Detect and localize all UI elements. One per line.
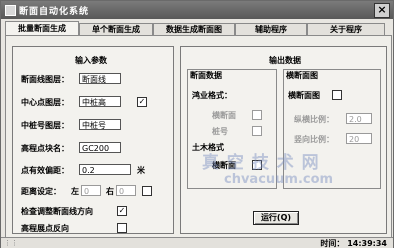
point-tolerance-input[interactable]: 0.2 (79, 164, 131, 175)
opt-horizontal-checkbox[interactable] (252, 110, 262, 120)
distance-left-label: 左 (71, 187, 79, 196)
distance-left-input[interactable]: 0 (81, 185, 101, 196)
title-bar: 断面自动化系统 × (1, 1, 393, 19)
section-data-group: 断面数据 鸿业格式： 横断面 桩号 土木格式 横断面 (187, 69, 277, 189)
section-layer-input[interactable]: 断面线 (79, 73, 121, 84)
distance-setting-checkbox[interactable] (142, 186, 152, 196)
elevation-block-input[interactable]: GC200 (79, 142, 121, 153)
opt-third-label: 土木格式 (192, 143, 224, 152)
output-data-panel: 输出数据 断面数据 鸿业格式： 横断面 桩号 土木格式 横断面 横断面图 横断面… (180, 46, 387, 234)
point-tolerance-label: 点有效偏距： (21, 166, 69, 175)
center-point-checkbox[interactable]: ✓ (137, 97, 147, 107)
close-button[interactable]: × (374, 3, 390, 18)
output-panel-title: 输出数据 (269, 56, 301, 65)
tab-single-section[interactable]: 单个断面生成 (79, 23, 153, 35)
section-chart-checkbox[interactable] (332, 90, 342, 100)
distance-setting-label: 距离设定： (21, 187, 61, 196)
reverse-elevation-label: 高程展点反向 (21, 224, 69, 233)
chainage-layer-label: 中桩号图层： (21, 121, 69, 130)
opt-horizontal-label: 横断面 (212, 111, 236, 120)
app-window: 断面自动化系统 × 批量断面生成 单个断面生成 数据生成断面图 辅助程序 关于程… (0, 0, 394, 248)
h-scale-label: 纵横比例： (294, 115, 334, 124)
input-params-panel: 输入参数 断面线图层： 断面线 中心点图层： 中桩高 ✓ 中桩号图层： 中桩号 … (12, 46, 174, 234)
section-chart-group: 横断面图 横断面图 纵横比例： 2.0 竖向比例： 20 (283, 69, 381, 189)
reverse-elevation-checkbox[interactable] (117, 223, 127, 233)
section-layer-label: 断面线图层： (21, 75, 69, 84)
tab-content: 输入参数 断面线图层： 断面线 中心点图层： 中桩高 ✓ 中桩号图层： 中桩号 … (5, 35, 392, 239)
resize-grip-icon: ⋮⋮ (4, 239, 18, 247)
tab-data-section-chart[interactable]: 数据生成断面图 (153, 23, 235, 35)
h-scale-input[interactable]: 2.0 (346, 113, 372, 124)
opt-chainage-checkbox[interactable] (252, 126, 262, 136)
point-tolerance-unit: 米 (137, 166, 145, 175)
elevation-block-label: 高程点块名： (21, 144, 69, 153)
status-time: 时间： 14:39:34 (320, 239, 387, 248)
section-chart-label: 横断面图 (288, 91, 320, 100)
window-title: 断面自动化系统 (19, 7, 90, 17)
run-button[interactable]: 运行(Q) (253, 211, 299, 225)
center-point-layer-input[interactable]: 中桩高 (79, 96, 121, 107)
center-point-layer-label: 中心点图层： (21, 98, 69, 107)
input-panel-title: 输入参数 (75, 56, 107, 65)
tab-bar: 批量断面生成 单个断面生成 数据生成断面图 辅助程序 关于程序 (5, 21, 390, 35)
section-data-title: 断面数据 (190, 71, 222, 80)
opt-section-chart-checkbox[interactable] (252, 160, 262, 170)
distance-right-input[interactable]: 0 (116, 185, 136, 196)
section-chart-title: 横断面图 (286, 71, 318, 80)
status-bar: ⋮⋮ 时间： 14:39:34 (1, 237, 393, 248)
app-icon (5, 5, 16, 16)
tab-helper[interactable]: 辅助程序 (235, 23, 307, 35)
v-scale-label: 竖向比例： (294, 135, 334, 144)
opt-section-chart-label: 横断面 (212, 161, 236, 170)
v-scale-input[interactable]: 20 (346, 133, 372, 144)
hongye-format-label: 鸿业格式： (192, 91, 232, 100)
adjust-direction-label: 检查调整断面线方向 (21, 207, 93, 216)
opt-chainage-label: 桩号 (212, 127, 228, 136)
tab-about[interactable]: 关于程序 (307, 23, 385, 35)
distance-right-label: 右 (106, 187, 114, 196)
chainage-layer-input[interactable]: 中桩号 (79, 119, 121, 130)
tab-batch-section[interactable]: 批量断面生成 (5, 21, 79, 35)
adjust-direction-checkbox[interactable]: ✓ (117, 206, 127, 216)
